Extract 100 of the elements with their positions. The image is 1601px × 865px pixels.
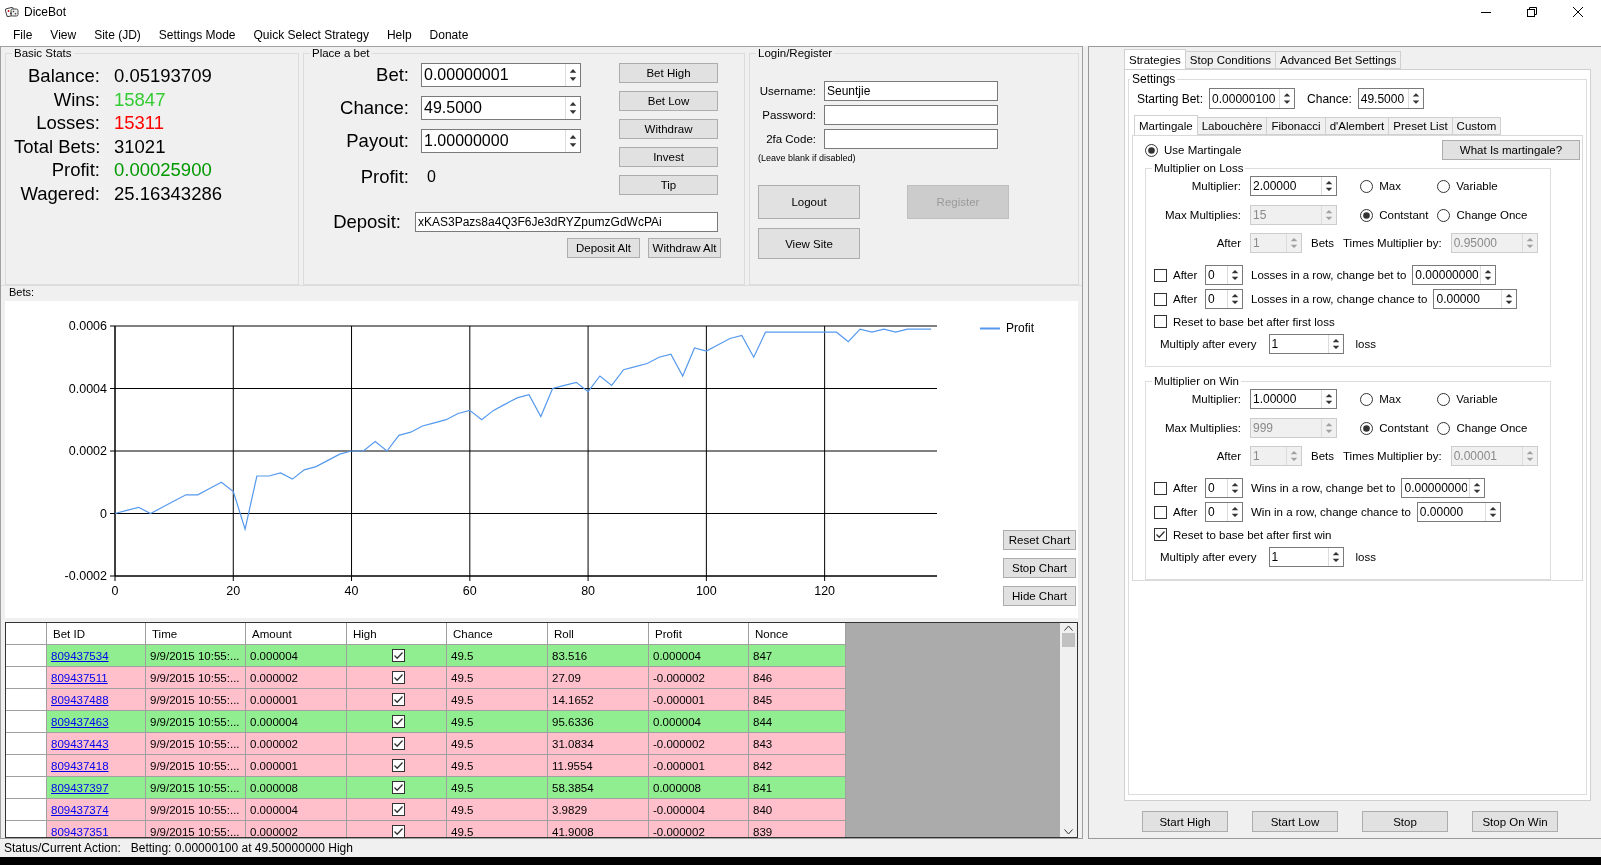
spin-input[interactable]: 0: [1206, 479, 1227, 497]
spin-input[interactable]: 49.5000: [1358, 89, 1408, 108]
spin-field[interactable]: 0: [1205, 502, 1243, 522]
spin-field[interactable]: 0: [1205, 265, 1243, 285]
radio-button[interactable]: [1360, 208, 1374, 222]
menu-item[interactable]: Help: [377, 23, 421, 46]
radio-option[interactable]: Max: [1360, 179, 1429, 193]
tab[interactable]: Advanced Bet Settings: [1275, 51, 1402, 69]
spin-input[interactable]: 2.00000: [1251, 177, 1321, 195]
radio-button[interactable]: [1437, 392, 1451, 406]
menu-item[interactable]: File: [4, 23, 42, 46]
spin-input[interactable]: 1: [1269, 335, 1328, 353]
text-field[interactable]: [824, 105, 998, 125]
radio-button[interactable]: [1360, 392, 1374, 406]
menu-item[interactable]: View: [41, 23, 86, 46]
radio-option[interactable]: Contstant: [1360, 208, 1429, 222]
checkbox-icon[interactable]: [392, 671, 405, 684]
radio-option[interactable]: Max: [1360, 392, 1429, 406]
text-field[interactable]: [824, 129, 998, 149]
scroll-up-icon[interactable]: [1064, 625, 1073, 631]
bet-link[interactable]: 809437534: [51, 649, 109, 662]
checkbox[interactable]: [1154, 528, 1167, 541]
scrollbar[interactable]: [1060, 623, 1077, 837]
spin-input[interactable]: 49.5000: [422, 97, 565, 119]
table-row[interactable]: 809437534 9/9/2015 10:55:... 0.000004 49.5 83.516 0.000004 847: [6, 645, 846, 667]
chart-button[interactable]: Hide Chart: [1003, 586, 1076, 606]
bet-link[interactable]: 809437374: [51, 803, 109, 816]
help-button[interactable]: What Is martingale?: [1442, 140, 1580, 160]
action-button[interactable]: Bet Low: [619, 91, 718, 111]
checkbox[interactable]: [1154, 481, 1167, 495]
scroll-down-icon[interactable]: [1064, 829, 1073, 835]
checkbox[interactable]: [1154, 268, 1167, 282]
spin-field[interactable]: 1.00000000: [421, 129, 581, 153]
checkbox[interactable]: [1154, 315, 1167, 328]
spin-input[interactable]: 0.00000: [1417, 503, 1485, 521]
checkbox-icon[interactable]: [392, 737, 405, 750]
spin-input[interactable]: 0: [1206, 266, 1227, 284]
spin-field[interactable]: 1: [1268, 547, 1344, 567]
radio-option[interactable]: Use Martingale: [1145, 143, 1242, 157]
chart-button[interactable]: Stop Chart: [1003, 558, 1076, 578]
action-button[interactable]: Bet High: [619, 63, 718, 83]
spin-input[interactable]: 0: [1206, 290, 1227, 308]
action-button[interactable]: Stop On Win: [1472, 811, 1558, 832]
spin-input[interactable]: 1.00000000: [422, 130, 565, 152]
bet-link[interactable]: 809437511: [51, 671, 108, 684]
radio-option[interactable]: Contstant: [1360, 421, 1429, 435]
spin-field[interactable]: 0.00000100: [1209, 88, 1296, 109]
login-button[interactable]: Logout: [758, 185, 860, 219]
tab[interactable]: Preset List: [1388, 117, 1453, 135]
spin-field[interactable]: 49.5000: [421, 96, 581, 120]
action-button[interactable]: Deposit Alt: [567, 238, 640, 258]
spin-field[interactable]: 0.00000000: [1412, 265, 1497, 285]
radio-option[interactable]: Change Once: [1437, 421, 1542, 435]
scroll-thumb[interactable]: [1062, 633, 1075, 647]
radio-option[interactable]: Variable: [1437, 392, 1542, 406]
radio-button[interactable]: [1360, 179, 1374, 193]
radio-option[interactable]: Change Once: [1437, 208, 1542, 222]
menu-item[interactable]: Quick Select Strategy: [244, 23, 378, 46]
table-row[interactable]: 809437511 9/9/2015 10:55:... 0.000002 49.5 27.09 -0.000002 846: [6, 667, 846, 689]
tab[interactable]: Stop Conditions: [1184, 51, 1276, 69]
bet-link[interactable]: 809437418: [51, 759, 109, 772]
spin-field[interactable]: 0.00000000: [1401, 478, 1486, 498]
radio-option[interactable]: Variable: [1437, 179, 1542, 193]
spin-field[interactable]: 0: [1205, 289, 1243, 309]
spin-field[interactable]: 0.00000: [1416, 502, 1501, 522]
radio-button[interactable]: [1360, 421, 1374, 435]
tab[interactable]: Custom: [1451, 117, 1502, 135]
spin-input[interactable]: 0.00000000: [1402, 479, 1470, 497]
deposit-field[interactable]: xKAS3Pazs8a4Q3F6Je3dRYZpumzGdWcPAi: [415, 212, 718, 232]
spin-field[interactable]: 1: [1268, 334, 1344, 354]
checkbox-icon[interactable]: [392, 759, 405, 772]
table-row[interactable]: 809437443 9/9/2015 10:55:... 0.000002 49.5 31.0834 -0.000002 843: [6, 733, 846, 755]
tab[interactable]: Labouchère: [1196, 117, 1268, 135]
bet-link[interactable]: 809437397: [51, 781, 109, 794]
bet-link[interactable]: 809437443: [51, 737, 109, 750]
table-row[interactable]: 809437463 9/9/2015 10:55:... 0.000004 49.5 95.6336 0.000004 844: [6, 711, 846, 733]
table-row[interactable]: 809437418 9/9/2015 10:55:... 0.000001 49.5 11.9554 -0.000001 842: [6, 755, 846, 777]
tab[interactable]: d'Alembert: [1324, 117, 1390, 135]
menu-item[interactable]: Donate: [420, 23, 478, 46]
spin-field[interactable]: 0.00000: [1433, 289, 1518, 309]
spin-field[interactable]: 0: [1205, 478, 1243, 498]
tab[interactable]: Fibonacci: [1266, 117, 1326, 135]
radio-button[interactable]: [1145, 143, 1158, 157]
action-button[interactable]: Withdraw: [619, 119, 718, 139]
table-row[interactable]: 809437374 9/9/2015 10:55:... 0.000004 49.5 3.9829 -0.000004 840: [6, 799, 846, 821]
spin-field[interactable]: 2.00000: [1250, 176, 1337, 196]
tab[interactable]: Strategies: [1124, 49, 1186, 69]
checkbox[interactable]: [1154, 505, 1167, 519]
action-button[interactable]: Start High: [1142, 811, 1228, 832]
spin-field[interactable]: 0.00000001: [421, 63, 581, 87]
spin-input[interactable]: 0.00000100: [1210, 89, 1280, 108]
checkbox-icon[interactable]: [392, 803, 405, 816]
action-button[interactable]: Tip: [619, 175, 718, 195]
spin-input[interactable]: 1: [1269, 548, 1328, 566]
bet-link[interactable]: 809437463: [51, 715, 109, 728]
table-row[interactable]: 809437488 9/9/2015 10:55:... 0.000001 49.5 14.1652 -0.000001 845: [6, 689, 846, 711]
radio-button[interactable]: [1437, 179, 1451, 193]
login-button[interactable]: View Site: [758, 228, 860, 259]
tab[interactable]: Martingale: [1134, 115, 1198, 135]
action-button[interactable]: Invest: [619, 147, 718, 167]
